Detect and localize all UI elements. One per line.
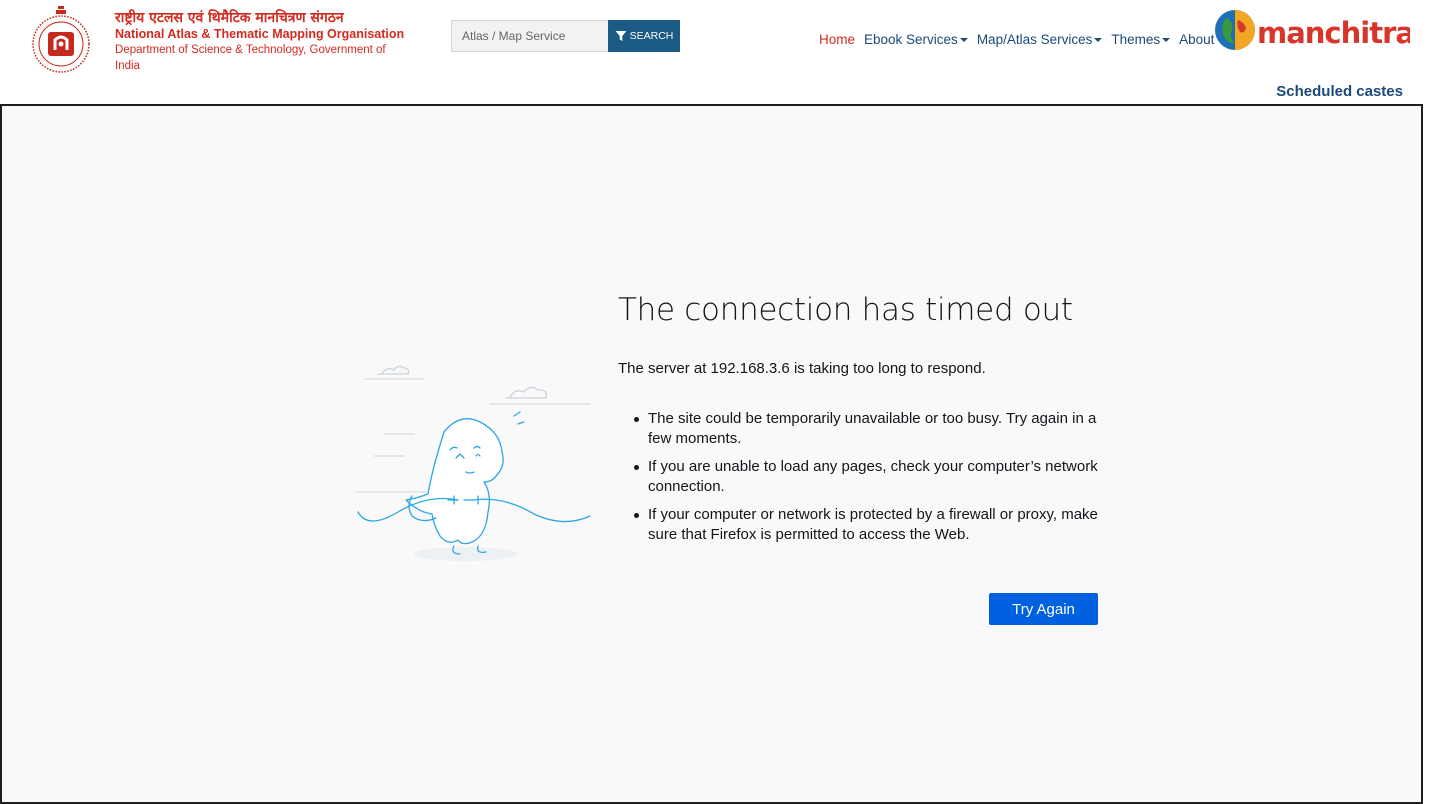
nav-item-ebook-services[interactable]: Ebook Services: [864, 32, 968, 47]
site-header: राष्ट्रीय एटलस एवं थिमैटिक मानचित्रण संग…: [0, 0, 1440, 104]
list-item: If you are unable to load any pages, che…: [634, 457, 1108, 497]
search-input[interactable]: [451, 20, 608, 52]
nav-item-label: Ebook Services: [864, 31, 958, 47]
error-description: The server at 192.168.3.6 is taking too …: [618, 360, 986, 377]
nav-item-label: Map/Atlas Services: [976, 31, 1093, 47]
org-name-hindi: राष्ट्रीय एटलस एवं थिमैटिक मानचित्रण संग…: [115, 10, 344, 26]
nav-item-label: Themes: [1111, 31, 1161, 47]
list-item: The site could be temporarily unavailabl…: [634, 409, 1108, 449]
logo-wordmark: manchitran: [1257, 16, 1410, 50]
list-item: If your computer or network is protected…: [634, 505, 1108, 545]
org-department: Department of Science & Technology, Gove…: [115, 44, 386, 72]
nav-item-label: Home: [819, 31, 856, 47]
caret-down-icon: [1094, 38, 1103, 42]
error-suggestions-list: The site could be temporarily unavailabl…: [634, 409, 1108, 553]
search-bar: SEARCH: [451, 20, 680, 52]
natmo-emblem-icon[interactable]: [30, 4, 92, 76]
globe-icon: [1215, 10, 1255, 50]
org-name-english: National Atlas & Thematic Mapping Organi…: [115, 27, 405, 41]
nav-item-themes[interactable]: Themes: [1111, 31, 1171, 47]
unplugged-dino-illustration: [355, 365, 591, 561]
search-button[interactable]: SEARCH: [608, 20, 680, 52]
caret-down-icon: [1162, 38, 1171, 42]
nav-item-home[interactable]: Home: [819, 32, 855, 47]
page-heading: Scheduled castes: [1276, 83, 1403, 100]
nav-item-map-atlas-services[interactable]: Map/Atlas Services: [977, 32, 1103, 47]
filter-funnel-icon: [615, 31, 627, 41]
try-again-button[interactable]: Try Again: [989, 593, 1098, 625]
error-page-frame: The connection has timed out The server …: [0, 104, 1423, 804]
manchitran-logo[interactable]: manchitran: [1214, 8, 1410, 54]
search-button-label: SEARCH: [629, 30, 674, 42]
main-nav: Home Ebook Services Map/Atlas Services T…: [819, 30, 1244, 48]
caret-down-icon: [959, 38, 968, 42]
error-title: The connection has timed out: [618, 292, 1073, 328]
